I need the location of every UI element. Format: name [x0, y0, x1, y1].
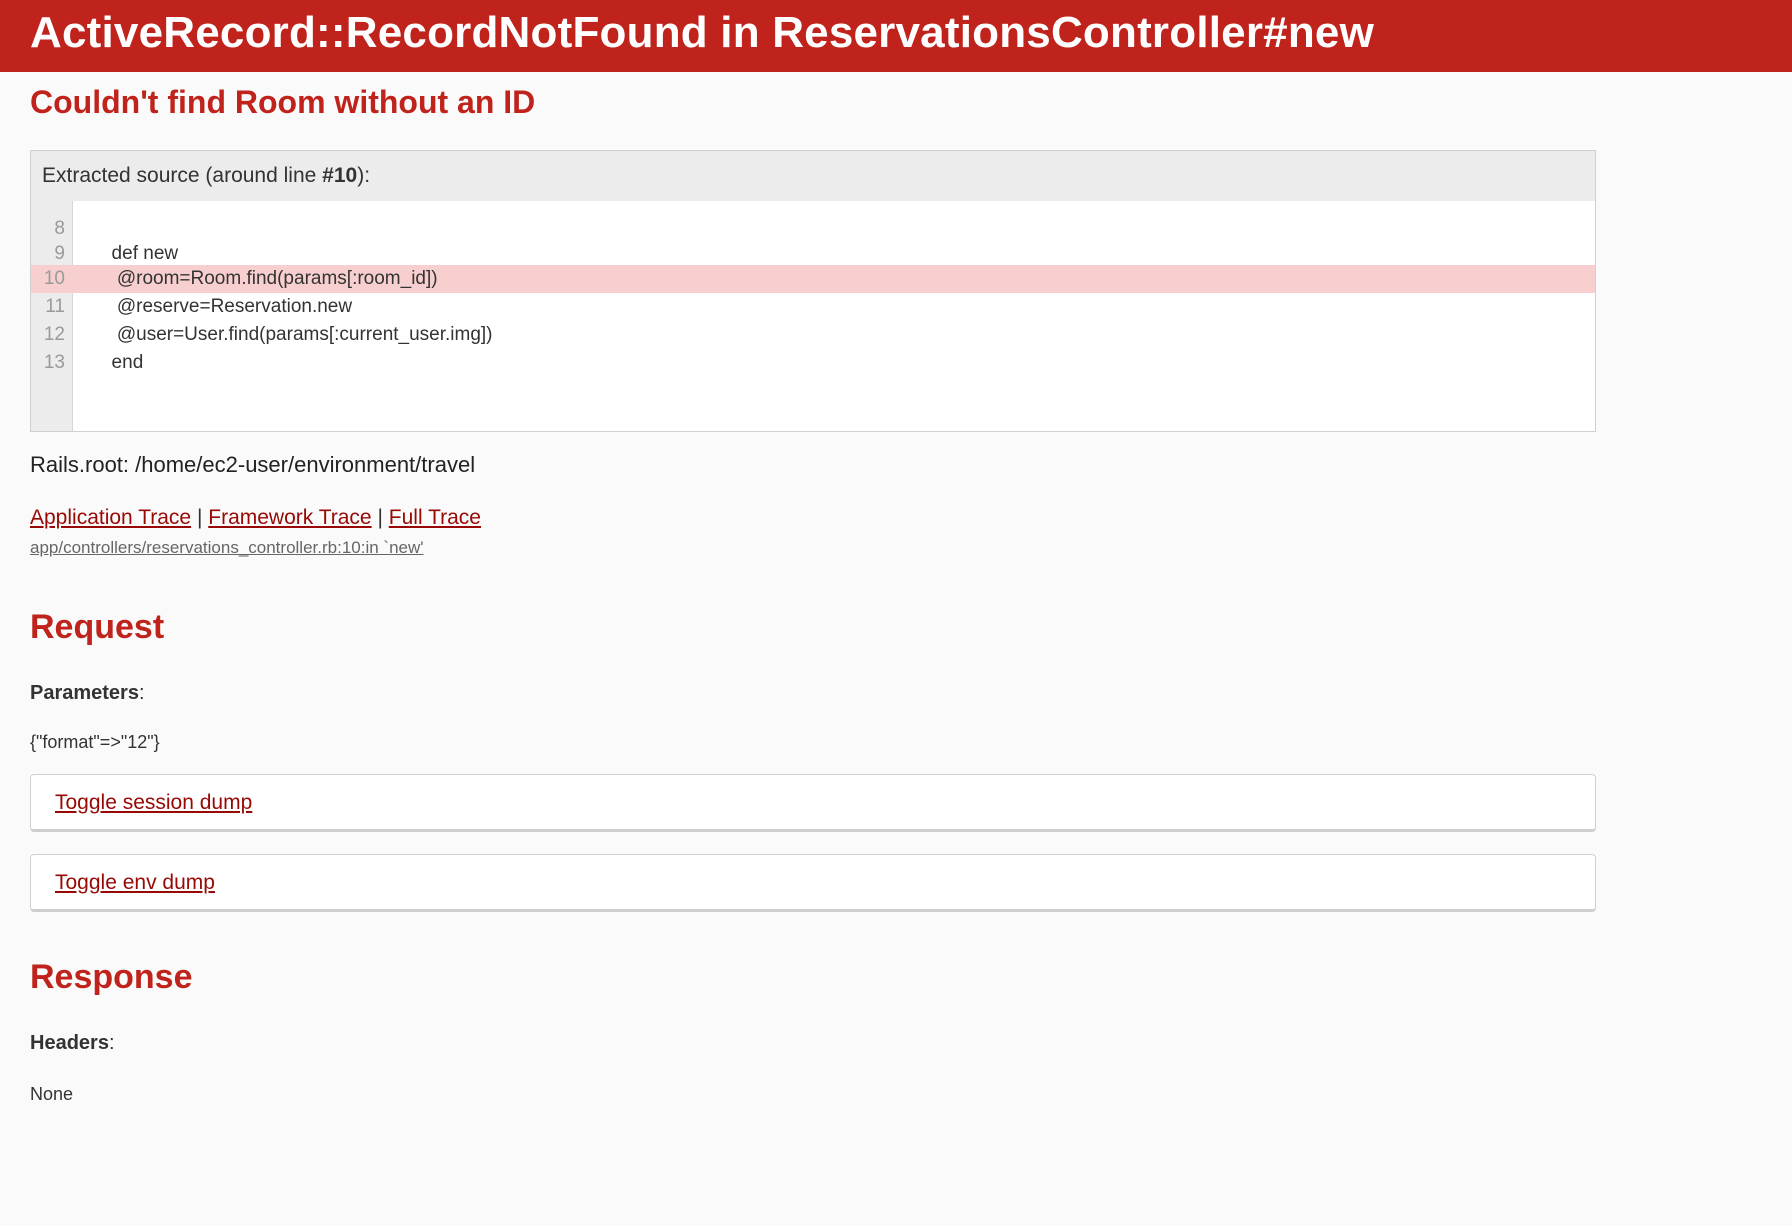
code-line: 13 end	[31, 349, 1595, 377]
line-number: 9	[54, 243, 65, 264]
code-text: @room=Room.find(params[:room_id])	[101, 268, 438, 289]
toggle-session-dump-link[interactable]: Toggle session dump	[55, 791, 252, 815]
request-heading: Request	[30, 608, 165, 646]
code-line: 12 @user=User.find(params[:current_user.…	[31, 321, 1595, 349]
parameters-label-text: Parameters	[30, 682, 139, 704]
source-header-prefix: Extracted source (around line	[42, 164, 323, 187]
code-line: 11 @reserve=Reservation.new	[31, 293, 1595, 321]
code-text: end	[101, 352, 144, 373]
parameters-label-colon: :	[138, 682, 145, 704]
full-trace-link[interactable]: Full Trace	[389, 506, 481, 529]
error-header-bar: ActiveRecord::RecordNotFound in Reservat…	[0, 0, 1792, 72]
trace-separator: |	[377, 506, 383, 529]
trace-entry-link[interactable]: app/controllers/reservations_controller.…	[30, 538, 424, 558]
source-header-line: #10	[322, 164, 358, 187]
source-header-suffix: ):	[357, 164, 371, 187]
extracted-source-panel: Extracted source (around line #10): 8 9 …	[30, 150, 1596, 432]
line-number: 13	[43, 352, 65, 373]
headers-label-text: Headers	[30, 1032, 109, 1054]
extracted-source-header: Extracted source (around line #10):	[31, 151, 1595, 201]
parameters-label: Parameters:	[30, 682, 145, 705]
code-line-highlighted: 10 @room=Room.find(params[:room_id])	[31, 265, 1595, 293]
line-number: 10	[43, 268, 65, 289]
toggle-env-dump-link[interactable]: Toggle env dump	[55, 871, 215, 895]
code-text: @user=User.find(params[:current_user.img…	[101, 324, 493, 345]
session-dump-box: Toggle session dump	[30, 774, 1596, 832]
headers-value: None	[30, 1084, 74, 1104]
error-message: Couldn't find Room without an ID	[30, 84, 536, 120]
trace-separator: |	[196, 506, 203, 529]
framework-trace-link[interactable]: Framework Trace	[208, 506, 371, 529]
line-number: 8	[54, 218, 65, 239]
parameters-value: {"format"=>"12"}	[30, 732, 160, 752]
application-trace-link[interactable]: Application Trace	[30, 506, 191, 529]
rails-root: Rails.root: /home/ec2-user/environment/t…	[30, 452, 476, 477]
headers-label-colon: :	[108, 1032, 115, 1054]
code-line: 8	[31, 215, 1595, 243]
headers-label: Headers:	[30, 1032, 115, 1055]
code-line: 9 def new	[31, 240, 1595, 268]
source-code-body: 8 9 def new 10 @room=Room.find(params[:r…	[31, 201, 1595, 431]
response-heading: Response	[30, 958, 193, 996]
line-number: 11	[45, 296, 65, 317]
env-dump-box: Toggle env dump	[30, 854, 1596, 912]
code-text: def new	[101, 243, 179, 264]
line-number: 12	[43, 324, 65, 345]
code-text: @reserve=Reservation.new	[101, 296, 353, 317]
page-title: ActiveRecord::RecordNotFound in Reservat…	[30, 8, 1375, 57]
trace-links: Application Trace | Framework Trace | Fu…	[30, 506, 481, 530]
